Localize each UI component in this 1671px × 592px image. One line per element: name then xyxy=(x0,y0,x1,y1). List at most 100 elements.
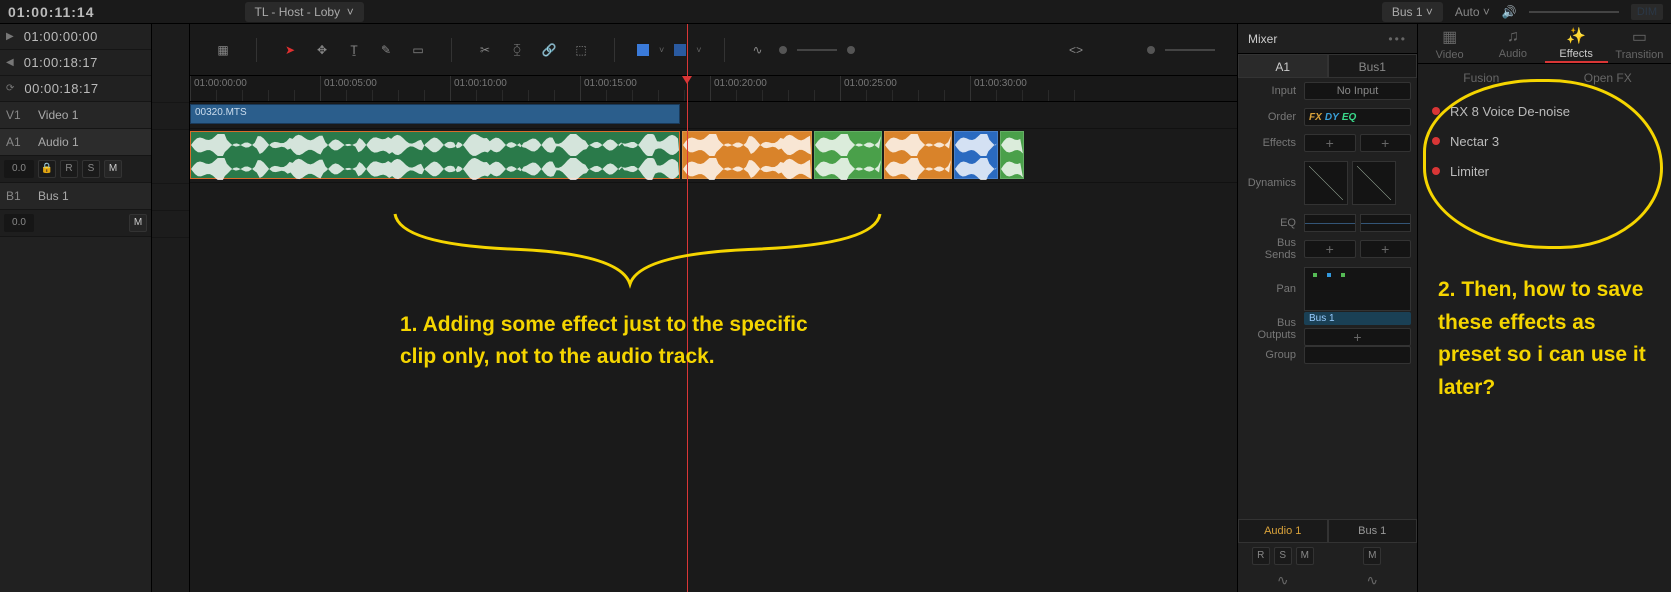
range-tool[interactable]: ▭ xyxy=(407,39,429,61)
bus-send-slot-1[interactable]: + xyxy=(1304,240,1356,258)
zoom-dot-2[interactable] xyxy=(1147,46,1155,54)
flag-nav-marker[interactable] xyxy=(674,44,686,56)
fx-enable-dot[interactable] xyxy=(1432,137,1440,145)
track-header-v1[interactable]: V1 Video 1 xyxy=(0,102,151,129)
ruler-tick: 01:00:15:00 xyxy=(580,76,637,101)
order-buttons[interactable]: FX DY EQ xyxy=(1304,108,1411,126)
mixer-options[interactable]: ••• xyxy=(1388,32,1407,46)
bus-sends-label: Bus Sends xyxy=(1244,237,1304,261)
snap-tool[interactable]: ⧲ xyxy=(506,39,528,61)
zoom-dot-left[interactable] xyxy=(779,46,787,54)
transport-row-2[interactable]: ⟳00:00:18:17 xyxy=(0,76,151,102)
audio-track-lane[interactable] xyxy=(190,129,1237,183)
strip-m[interactable]: M xyxy=(1296,547,1314,565)
zoom-slider-1[interactable] xyxy=(797,49,837,51)
lock-button[interactable] xyxy=(38,160,56,178)
mixer-strip-audio1[interactable]: Audio 1 xyxy=(1238,519,1328,543)
eq-graph-1[interactable] xyxy=(1304,214,1356,232)
playhead[interactable] xyxy=(687,24,688,592)
auto-dropdown[interactable]: Auto ˅ xyxy=(1455,5,1490,19)
input-dropdown[interactable]: No Input xyxy=(1304,82,1411,100)
pen-tool[interactable]: ✎ xyxy=(375,39,397,61)
strip-s[interactable]: S xyxy=(1274,547,1292,565)
zoom-slider-2[interactable] xyxy=(1165,49,1215,51)
fx-item-1[interactable]: Nectar 3 xyxy=(1418,126,1671,156)
fx-enable-dot[interactable] xyxy=(1432,107,1440,115)
audio-clip-2[interactable] xyxy=(814,131,882,179)
dim-button[interactable]: DIM xyxy=(1631,4,1663,20)
record-button[interactable]: R xyxy=(60,160,78,178)
bus-level[interactable]: 0.0 xyxy=(4,214,34,232)
waveform-tool[interactable]: ∿ xyxy=(747,39,769,61)
link-tool[interactable]: 🔗 xyxy=(538,39,560,61)
text-tool[interactable]: Ṯ xyxy=(343,39,365,61)
flag-marker[interactable] xyxy=(637,44,649,56)
audio-clip-1[interactable] xyxy=(682,131,812,179)
selection-tool[interactable]: ➤ xyxy=(279,39,301,61)
trim-tool[interactable]: ✥ xyxy=(311,39,333,61)
audio-clip-4[interactable] xyxy=(954,131,998,179)
transport-icon: ◀ xyxy=(6,57,14,68)
fx-item-2[interactable]: Limiter xyxy=(1418,156,1671,186)
solo-button[interactable]: S xyxy=(82,160,100,178)
annotation-bracket xyxy=(390,209,890,299)
timeline-ruler[interactable]: 01:00:00:0001:00:05:0001:00:10:0001:00:1… xyxy=(190,76,1237,102)
fx-tab-video[interactable]: ▦Video xyxy=(1418,24,1481,63)
pan-graph[interactable] xyxy=(1304,267,1411,311)
track-b1-controls: 0.0 M xyxy=(0,210,151,237)
position-lock[interactable]: ⬚ xyxy=(570,39,592,61)
volume-icon[interactable]: 🔊 xyxy=(1502,5,1517,19)
transport-icon: ▶ xyxy=(6,31,14,42)
strip-wave-2[interactable]: ∿ xyxy=(1328,569,1418,592)
mixer-strip-bus1[interactable]: Bus 1 xyxy=(1328,519,1418,543)
strip-wave-1[interactable]: ∿ xyxy=(1238,569,1328,592)
mixer-panel: Mixer ••• A1 Bus1 Input No Input Order F… xyxy=(1237,24,1417,592)
bus-mute-button[interactable]: M xyxy=(129,214,147,232)
code-view[interactable]: <> xyxy=(1065,39,1087,61)
strip2-m[interactable]: M xyxy=(1363,547,1381,565)
ruler-tick: 01:00:25:00 xyxy=(840,76,897,101)
dynamics-graph-1[interactable] xyxy=(1304,161,1348,205)
timeline-name-dropdown[interactable]: TL - Host - Loby ˅ xyxy=(245,2,364,22)
add-effect-slot-1[interactable]: + xyxy=(1304,134,1356,152)
dynamics-graph-2[interactable] xyxy=(1352,161,1396,205)
wand-icon: ✨ xyxy=(1566,26,1586,46)
bus-output-value[interactable]: Bus 1 xyxy=(1304,312,1411,325)
add-effect-slot-2[interactable]: + xyxy=(1360,134,1412,152)
effects-panel: ▦Video ♫Audio ✨Effects ▭Transition Fusio… xyxy=(1417,24,1671,592)
track-header-panel: ▶01:00:00:00◀01:00:18:17⟳00:00:18:17 V1 … xyxy=(0,24,152,592)
fx-enable-dot[interactable] xyxy=(1432,167,1440,175)
mixer-tab-bus1[interactable]: Bus1 xyxy=(1328,54,1418,78)
video-track-lane[interactable]: 00320.MTS xyxy=(190,102,1237,129)
bus-send-slot-2[interactable]: + xyxy=(1360,240,1412,258)
mute-button[interactable]: M xyxy=(104,160,122,178)
timeline-view-options[interactable]: ▦ xyxy=(212,39,234,61)
fx-tab-effects[interactable]: ✨Effects xyxy=(1545,24,1608,63)
audio-clip-0[interactable] xyxy=(190,131,680,179)
mixer-tab-a1[interactable]: A1 xyxy=(1238,54,1328,78)
fx-subtab-openfx[interactable]: Open FX xyxy=(1545,64,1671,92)
eq-graph-2[interactable] xyxy=(1360,214,1412,232)
dynamics-label: Dynamics xyxy=(1244,177,1304,189)
bus-dropdown[interactable]: Bus 1 ˅ xyxy=(1382,2,1443,22)
fx-subtab-fusion[interactable]: Fusion xyxy=(1418,64,1545,92)
track-header-b1[interactable]: B1 Bus 1 xyxy=(0,183,151,210)
fx-tab-transition[interactable]: ▭Transition xyxy=(1608,24,1671,63)
strip-r[interactable]: R xyxy=(1252,547,1270,565)
track-header-a1[interactable]: A1 Audio 1 xyxy=(0,129,151,156)
transport-row-1[interactable]: ◀01:00:18:17 xyxy=(0,50,151,76)
timeline-toolbar: ▦ ➤ ✥ Ṯ ✎ ▭ ✂ ⧲ 🔗 ⬚ ˅ ˅ xyxy=(190,24,1237,76)
group-slot[interactable] xyxy=(1304,346,1411,364)
fx-item-0[interactable]: RX 8 Voice De-noise xyxy=(1418,96,1671,126)
volume-slider[interactable] xyxy=(1529,11,1619,13)
transport-row-0[interactable]: ▶01:00:00:00 xyxy=(0,24,151,50)
order-label: Order xyxy=(1244,111,1304,123)
audio-clip-3[interactable] xyxy=(884,131,952,179)
blade-tool[interactable]: ✂ xyxy=(474,39,496,61)
fx-tab-audio[interactable]: ♫Audio xyxy=(1481,24,1544,63)
audio-clip-5[interactable] xyxy=(1000,131,1024,179)
video-clip[interactable]: 00320.MTS xyxy=(190,104,680,124)
zoom-dot-right[interactable] xyxy=(847,46,855,54)
pan-label: Pan xyxy=(1244,283,1304,295)
track-level[interactable]: 0.0 xyxy=(4,160,34,178)
